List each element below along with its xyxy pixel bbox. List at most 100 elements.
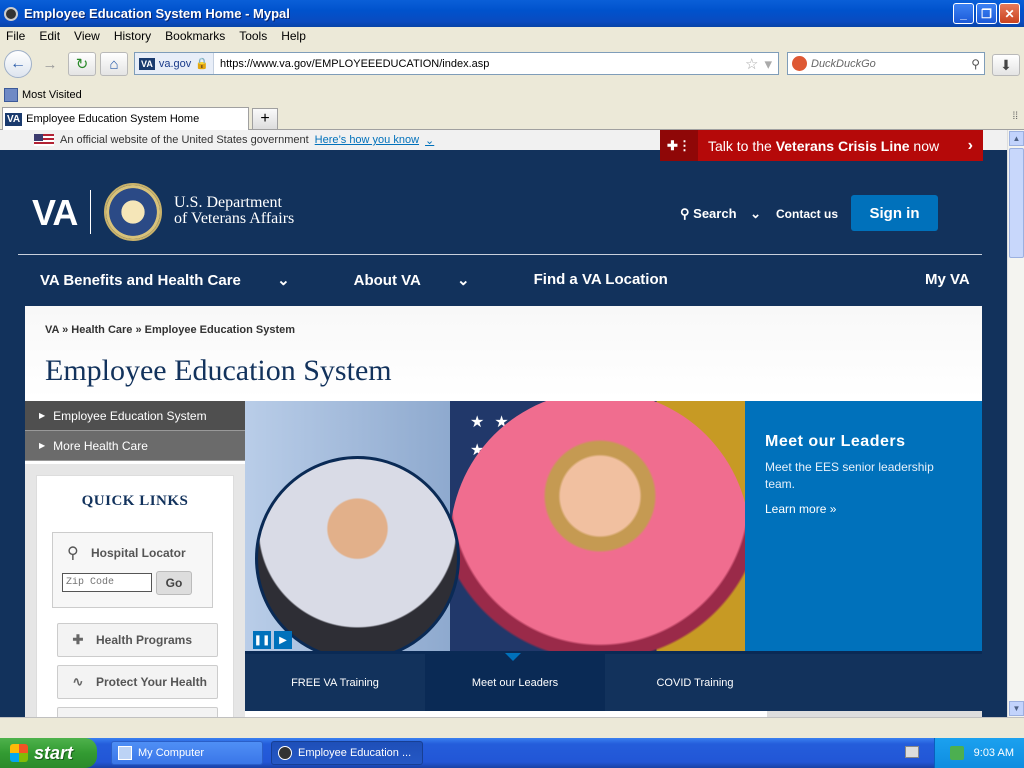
taskbar-item-label: Employee Education ... — [298, 747, 412, 759]
nav-my-va[interactable]: My VA — [925, 271, 970, 288]
carousel-controls: ❚❚ ▶ — [253, 631, 292, 649]
crisis-bold: Veterans Crisis Line — [775, 137, 910, 154]
crisis-line-icon: ✚⋮ — [660, 130, 698, 161]
menu-help[interactable]: Help — [281, 29, 306, 43]
menu-edit[interactable]: Edit — [39, 29, 60, 43]
quick-links-title: QUICK LINKS — [81, 493, 189, 509]
crisis-line-banner[interactable]: ✚⋮ Talk to the Veterans Crisis Line now … — [660, 130, 983, 161]
taskbar-item-my-computer[interactable]: My Computer — [111, 741, 263, 765]
start-button[interactable]: start — [0, 738, 97, 768]
security-shield-icon[interactable] — [949, 746, 964, 760]
menu-bookmarks[interactable]: Bookmarks — [165, 29, 225, 43]
hero-image: ★★ ★★ ★★ ★★ ★★ ★★ ❚❚ ▶ — [245, 401, 745, 651]
windows-logo-icon — [10, 744, 28, 762]
hero-heading: Meet our Leaders — [765, 433, 906, 450]
go-button[interactable]: Go — [156, 571, 192, 595]
hero-description: Meet the EES senior leadership team. — [765, 460, 934, 491]
bookmarks-toolbar: Most Visited — [0, 85, 1024, 104]
url-text[interactable]: https://www.va.gov/EMPLOYEEEDUCATION/ind… — [220, 58, 745, 70]
download-arrow-icon[interactable]: ⬇ — [992, 54, 1020, 76]
sidenav-item-ees[interactable]: ▶ Employee Education System — [25, 401, 245, 431]
nav-benefits[interactable]: VA Benefits and Health Care ⌄ — [40, 271, 322, 289]
site-domain: va.gov — [158, 57, 192, 70]
clock[interactable]: 9:03 AM — [974, 747, 1014, 759]
learn-more-link[interactable]: Learn more » — [765, 502, 836, 516]
search-icon: ⚲ — [680, 206, 690, 221]
search-icon[interactable]: ⚲ — [971, 57, 980, 71]
carousel-tab-free-training[interactable]: FREE VA Training — [245, 654, 425, 711]
chevron-down-icon[interactable]: ⌄ — [425, 134, 434, 147]
sidenav-item-label: Employee Education System — [53, 408, 207, 423]
bookmark-most-visited[interactable]: Most Visited — [22, 89, 82, 101]
maximize-button[interactable]: ❐ — [976, 3, 997, 24]
browser-icon — [278, 746, 292, 760]
status-bar — [0, 717, 1024, 738]
menu-history[interactable]: History — [114, 29, 151, 43]
search-placeholder: DuckDuckGo — [811, 57, 876, 70]
main-nav: VA Benefits and Health Care ⌄ About VA ⌄… — [40, 271, 700, 289]
search-box[interactable]: DuckDuckGo ⚲ — [787, 52, 985, 75]
menu-bar: File Edit View History Bookmarks Tools H… — [0, 27, 1024, 45]
nav-find-location[interactable]: Find a VA Location — [534, 271, 668, 289]
tab-strip: VA Employee Education System Home + ⁞⁞ — [0, 105, 1024, 130]
system-tray: 9:03 AM — [934, 738, 1024, 768]
quick-link-button[interactable] — [57, 707, 218, 717]
new-tab-button[interactable]: + — [252, 108, 278, 130]
home-icon[interactable]: ⌂ — [100, 52, 128, 76]
triangle-right-icon: ▶ — [39, 411, 46, 420]
back-arrow-icon[interactable]: ← — [4, 50, 32, 78]
site-identity[interactable]: VA va.gov 🔒 — [135, 53, 214, 74]
pause-icon[interactable]: ❚❚ — [253, 631, 271, 649]
menu-view[interactable]: View — [74, 29, 100, 43]
health-programs-button[interactable]: ✚ Health Programs — [57, 623, 218, 657]
sidenav-item-label: More Health Care — [53, 438, 148, 453]
play-icon[interactable]: ▶ — [274, 631, 292, 649]
tab-favicon: VA — [5, 112, 23, 126]
window-title: Employee Education System Home - Mypal — [24, 6, 290, 21]
navigation-toolbar: ← → ↻ ⌂ VA va.gov 🔒 https://www.va.gov/E… — [0, 46, 1024, 82]
protect-your-health-button[interactable]: ∿ Protect Your Health — [57, 665, 218, 699]
forward-arrow-icon[interactable]: → — [36, 52, 64, 76]
menu-file[interactable]: File — [6, 29, 25, 43]
nav-about[interactable]: About VA ⌄ — [354, 271, 502, 289]
department-name[interactable]: U.S. Department of Veterans Affairs — [174, 195, 294, 227]
page-title: Employee Education System — [45, 354, 392, 387]
gov-banner-link[interactable]: Here’s how you know — [315, 134, 419, 146]
header-search[interactable]: ⚲ Search ⌄ — [680, 206, 761, 222]
scroll-thumb[interactable] — [1009, 148, 1024, 258]
close-button[interactable]: ✕ — [999, 3, 1020, 24]
va-logo[interactable]: VA — [32, 192, 78, 234]
quick-links-panel: QUICK LINKS ⚲ Hospital Locator Go ✚ Heal… — [25, 464, 245, 717]
menu-tools[interactable]: Tools — [239, 29, 267, 43]
scroll-up-icon[interactable]: ▲ — [1009, 131, 1024, 146]
bookmark-star-icon[interactable]: ☆ — [745, 55, 758, 73]
url-dropdown-icon[interactable]: ▾ — [764, 55, 772, 73]
taskbar: start My Computer Employee Education ...… — [0, 738, 1024, 768]
va-seal-icon[interactable] — [104, 183, 162, 241]
leader-photo-man — [255, 456, 460, 651]
contact-us-link[interactable]: Contact us — [776, 207, 838, 221]
duckduckgo-icon[interactable] — [792, 56, 807, 71]
minimize-button[interactable]: _ — [953, 3, 974, 24]
keyboard-icon[interactable] — [905, 746, 919, 758]
page-scrollbar[interactable]: ▲ ▼ — [1007, 130, 1024, 717]
sign-in-button[interactable]: Sign in — [851, 195, 938, 231]
hospital-locator-label: Hospital Locator — [91, 546, 186, 560]
zip-code-input[interactable] — [62, 573, 152, 592]
url-bar[interactable]: VA va.gov 🔒 https://www.va.gov/EMPLOYEEE… — [134, 52, 779, 75]
tab-list-icon[interactable]: ⁞⁞ — [1012, 111, 1018, 122]
breadcrumb[interactable]: VA » Health Care » Employee Education Sy… — [45, 324, 295, 336]
carousel-tab-meet-leaders[interactable]: Meet our Leaders — [425, 653, 605, 711]
protect-your-health-label: Protect Your Health — [96, 675, 207, 689]
tab-active[interactable]: VA Employee Education System Home — [2, 107, 249, 130]
sidenav-item-more-health-care[interactable]: ▶ More Health Care — [25, 431, 245, 461]
header-search-label: Search — [693, 206, 737, 221]
us-flag-icon — [34, 134, 54, 146]
reload-icon[interactable]: ↻ — [68, 52, 96, 76]
department-line-2: of Veterans Affairs — [174, 210, 295, 227]
browser-app-icon — [4, 6, 18, 21]
taskbar-item-browser[interactable]: Employee Education ... — [271, 741, 423, 765]
carousel-tab-covid-training[interactable]: COVID Training — [605, 654, 785, 711]
scroll-down-icon[interactable]: ▼ — [1009, 701, 1024, 716]
title-band: VA » Health Care » Employee Education Sy… — [25, 306, 982, 399]
